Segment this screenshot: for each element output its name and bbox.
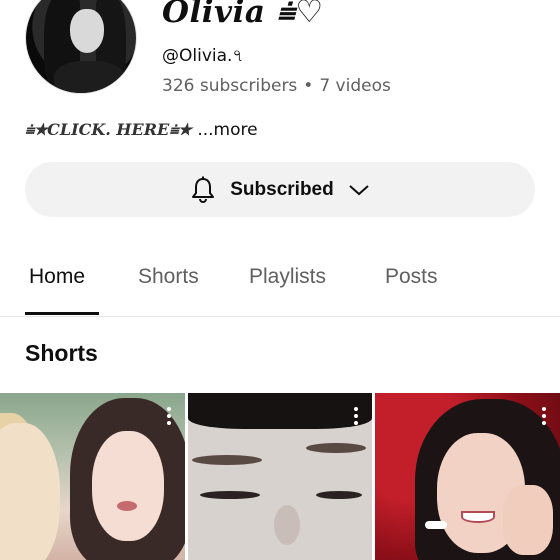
more-options-icon[interactable] bbox=[354, 407, 358, 425]
channel-description[interactable]: ⩧★CLICK. HERE⩧★ ...more bbox=[25, 120, 258, 140]
chevron-down-icon bbox=[348, 183, 370, 197]
description-link-text[interactable]: ⩧★CLICK. HERE⩧★ bbox=[25, 120, 191, 139]
avatar-body bbox=[54, 61, 124, 93]
video-count: 7 videos bbox=[319, 76, 391, 96]
thumbnail-shape bbox=[117, 501, 137, 511]
more-options-icon[interactable] bbox=[542, 407, 546, 425]
short-thumbnail[interactable] bbox=[375, 393, 560, 560]
thumbnail-shape bbox=[306, 443, 366, 453]
subscribed-label: Subscribed bbox=[230, 178, 334, 200]
thumbnail-shape bbox=[200, 491, 260, 499]
tab-posts[interactable]: Posts bbox=[385, 265, 438, 289]
thumbnail-shape bbox=[92, 431, 164, 541]
channel-handle: @Olivia.৭ bbox=[162, 46, 244, 66]
subscribed-button[interactable]: Subscribed bbox=[25, 162, 535, 217]
bell-icon bbox=[190, 176, 216, 204]
stats-separator: • bbox=[303, 76, 314, 96]
thumbnail-shape bbox=[192, 455, 262, 465]
thumbnail-shape bbox=[274, 505, 300, 545]
thumbnail-shape bbox=[188, 393, 372, 429]
thumbnail-shape bbox=[461, 511, 495, 523]
more-link[interactable]: ...more bbox=[197, 120, 257, 140]
channel-stats: 326 subscribers • 7 videos bbox=[162, 76, 391, 96]
channel-name: Olivia ⩧♡ bbox=[162, 0, 324, 30]
subscriber-count: 326 subscribers bbox=[162, 76, 298, 96]
tab-shorts[interactable]: Shorts bbox=[138, 265, 199, 289]
thumbnail-shape bbox=[503, 485, 553, 555]
thumbnail-shape bbox=[425, 521, 447, 529]
shorts-section-title: Shorts bbox=[25, 340, 98, 366]
short-thumbnail[interactable] bbox=[188, 393, 372, 560]
short-thumbnail[interactable] bbox=[0, 393, 185, 560]
active-tab-indicator bbox=[25, 312, 99, 315]
tab-home[interactable]: Home bbox=[29, 265, 85, 289]
channel-avatar[interactable] bbox=[25, 0, 137, 94]
more-options-icon[interactable] bbox=[167, 407, 171, 425]
thumbnail-shape bbox=[316, 491, 362, 499]
tab-playlists[interactable]: Playlists bbox=[249, 265, 326, 289]
thumbnail-shape bbox=[0, 423, 60, 560]
avatar-face bbox=[70, 9, 104, 53]
channel-tabs: Home Shorts Playlists Posts bbox=[0, 250, 560, 317]
shorts-shelf bbox=[0, 393, 560, 560]
